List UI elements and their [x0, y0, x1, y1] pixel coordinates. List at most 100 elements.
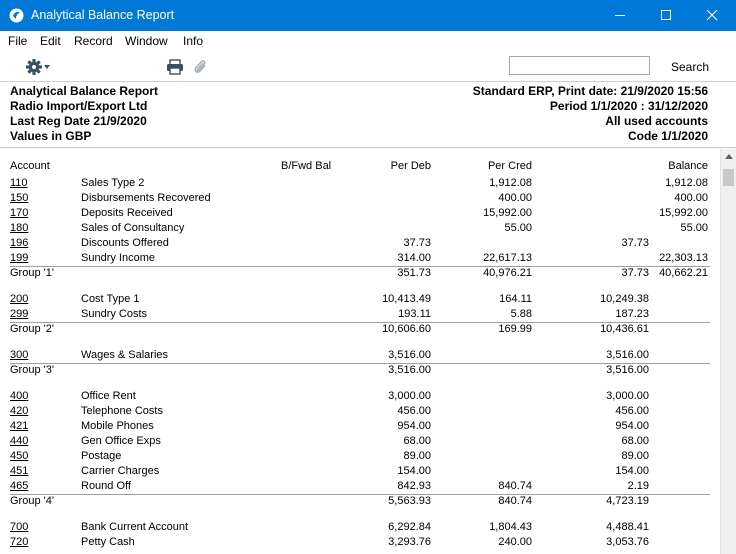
per-cred-value: 15,992.00 — [483, 207, 532, 219]
per-deb-value: 842.93 — [397, 480, 431, 492]
close-button[interactable] — [690, 0, 736, 31]
window-title: Analytical Balance Report — [31, 8, 175, 22]
debit-balance-value: 3,516.00 — [606, 364, 649, 376]
account-number-link[interactable]: 180 — [10, 222, 28, 235]
debit-balance-value: 187.23 — [615, 308, 649, 320]
group-separator — [10, 266, 710, 267]
search-input[interactable] — [509, 56, 650, 75]
account-number-link[interactable]: 465 — [10, 480, 28, 493]
account-number-link[interactable]: 110 — [10, 177, 28, 190]
account-description: Sundry Income — [81, 252, 155, 264]
group-separator — [10, 494, 710, 495]
debit-balance-value: 37.73 — [621, 267, 649, 279]
debit-balance-value: 89.00 — [621, 450, 649, 462]
per-deb-value: 314.00 — [397, 252, 431, 264]
per-deb-value: 154.00 — [397, 465, 431, 477]
menu-window[interactable]: Window — [125, 34, 168, 48]
chevron-down-icon — [44, 65, 50, 69]
currency-label: Values in GBP — [10, 129, 92, 143]
title-bar: Analytical Balance Report — [0, 0, 736, 31]
col-per-cred: Per Cred — [487, 160, 532, 172]
account-description: Sales Type 2 — [81, 177, 145, 189]
scroll-up-icon[interactable] — [725, 154, 733, 159]
maximize-button[interactable] — [644, 0, 690, 31]
account-number-link[interactable]: 421 — [10, 420, 28, 433]
debit-balance-value: 68.00 — [621, 435, 649, 447]
per-cred-value: 164.11 — [499, 293, 532, 305]
per-deb-value: 68.00 — [403, 435, 431, 447]
account-number-link[interactable]: 150 — [10, 192, 28, 205]
account-description: Sundry Costs — [81, 308, 148, 320]
account-description: Office Rent — [81, 390, 136, 402]
account-number-link[interactable]: 170 — [10, 207, 28, 220]
per-cred-value: 840.74 — [498, 480, 532, 492]
balance-value: 40,662.21 — [659, 267, 708, 279]
account-description: Mobile Phones — [81, 420, 154, 432]
menu-record[interactable]: Record — [74, 34, 113, 48]
debit-balance-value: 4,488.41 — [606, 521, 649, 533]
debit-balance-value: 154.00 — [615, 465, 649, 477]
col-account: Account — [10, 160, 50, 172]
debit-balance-value: 37.73 — [621, 237, 649, 249]
group-separator — [10, 363, 710, 364]
attachment-icon[interactable] — [193, 58, 207, 76]
account-number-link[interactable]: 300 — [10, 349, 28, 362]
menu-file[interactable]: File — [8, 34, 27, 48]
menu-info[interactable]: Info — [183, 34, 203, 48]
gear-icon[interactable] — [26, 58, 54, 76]
per-cred-value: 169.99 — [498, 323, 532, 335]
search-button[interactable]: Search — [671, 60, 709, 74]
account-description: Sales of Consultancy — [81, 222, 185, 234]
debit-balance-value: 10,436.61 — [600, 323, 649, 335]
col-balance: Balance — [668, 160, 708, 172]
menu-bar: File Edit Record Window Info — [0, 31, 736, 51]
per-deb-value: 10,413.49 — [382, 293, 431, 305]
per-cred-value: 22,617.13 — [483, 252, 532, 264]
per-deb-value: 3,516.00 — [388, 364, 431, 376]
last-reg-date: Last Reg Date 21/9/2020 — [10, 114, 147, 128]
per-cred-value: 400.00 — [498, 192, 532, 204]
account-number-link[interactable]: 450 — [10, 450, 28, 463]
account-description: Bank Current Account — [81, 521, 189, 533]
per-deb-value: 37.73 — [403, 237, 431, 249]
maximize-icon — [661, 10, 671, 20]
debit-balance-value: 2.19 — [627, 480, 649, 492]
report-header: Analytical Balance Report Radio Import/E… — [0, 82, 736, 148]
account-number-link[interactable]: 299 — [10, 308, 28, 321]
account-number-link[interactable]: 700 — [10, 521, 28, 534]
debit-balance-value: 4,723.19 — [606, 495, 649, 507]
per-deb-value: 351.73 — [397, 267, 431, 279]
code-date: Code 1/1/2020 — [627, 129, 708, 143]
balance-value: 22,303.13 — [659, 252, 708, 264]
group-label: Group '4' — [10, 495, 54, 507]
account-number-link[interactable]: 420 — [10, 405, 28, 418]
minimize-button[interactable] — [598, 0, 644, 31]
company-name: Radio Import/Export Ltd — [10, 99, 148, 113]
per-deb-value: 3,516.00 — [388, 349, 431, 361]
vertical-scrollbar[interactable] — [720, 149, 736, 554]
balance-value: 1,912.08 — [665, 177, 708, 189]
per-deb-value: 10,606.60 — [382, 323, 431, 335]
scrollbar-thumb[interactable] — [723, 169, 734, 186]
debit-balance-value: 3,516.00 — [606, 349, 649, 361]
account-number-link[interactable]: 400 — [10, 390, 28, 403]
account-description: Carrier Charges — [81, 465, 160, 477]
print-icon[interactable] — [166, 59, 184, 75]
menu-edit[interactable]: Edit — [40, 34, 61, 48]
account-number-link[interactable]: 720 — [10, 536, 28, 549]
group-label: Group '1' — [10, 267, 54, 279]
per-cred-value: 840.74 — [498, 495, 532, 507]
per-deb-value: 89.00 — [403, 450, 431, 462]
account-description: Discounts Offered — [81, 237, 169, 249]
account-number-link[interactable]: 451 — [10, 465, 28, 478]
account-number-link[interactable]: 200 — [10, 293, 28, 306]
per-cred-value: 1,912.08 — [489, 177, 532, 189]
debit-balance-value: 3,053.76 — [606, 536, 649, 548]
account-number-link[interactable]: 199 — [10, 252, 28, 265]
account-number-link[interactable]: 196 — [10, 237, 28, 250]
col-per-deb: Per Deb — [390, 160, 431, 172]
account-number-link[interactable]: 440 — [10, 435, 28, 448]
report-title: Analytical Balance Report — [10, 84, 159, 98]
balance-value: 55.00 — [680, 222, 708, 234]
per-deb-value: 6,292.84 — [388, 521, 431, 533]
